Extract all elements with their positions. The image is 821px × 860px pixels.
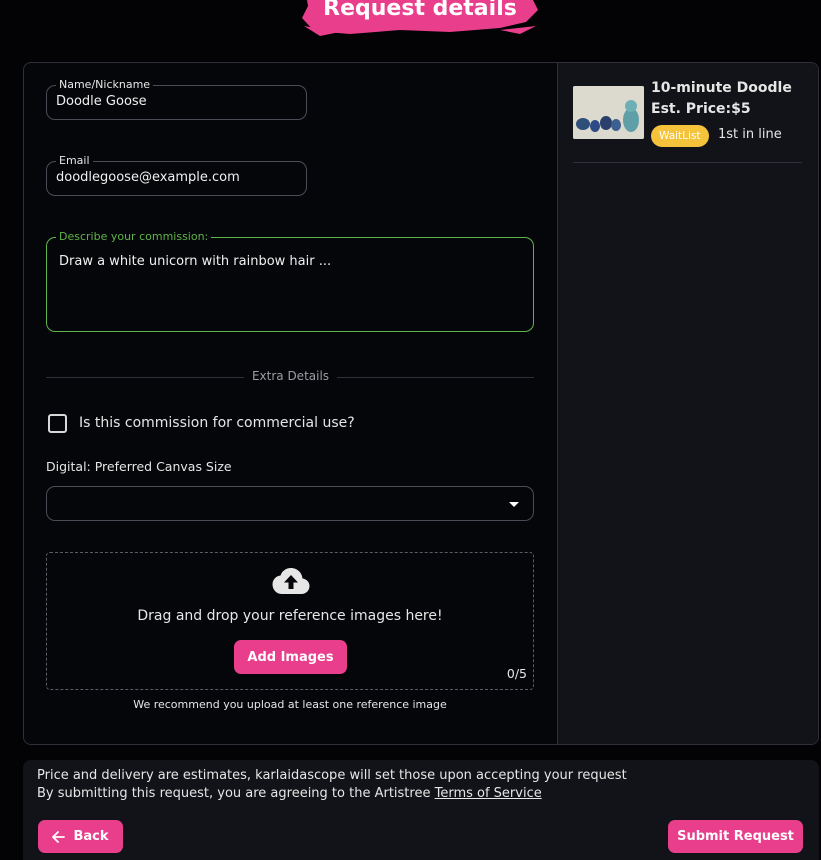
name-field-value[interactable]: Doodle Goose	[56, 94, 147, 109]
back-button-label[interactable]: Back	[73, 829, 108, 844]
upload-recommendation: We recommend you upload at least one ref…	[133, 698, 447, 711]
cloud-upload-icon	[272, 568, 310, 594]
commission-price: Est. Price:$5	[651, 101, 751, 117]
commercial-use-row[interactable]: Is this commission for commercial use?	[48, 413, 355, 433]
waitlist-badge: WaitList	[651, 125, 709, 147]
email-field[interactable]: Email doodlegoose@example.com	[46, 154, 307, 196]
order-summary-panel: 10-minute Doodle Est. Price:$5 WaitList …	[557, 63, 818, 744]
commission-thumbnail	[573, 86, 644, 139]
commercial-use-checkbox[interactable]	[48, 413, 67, 433]
reference-image-dropzone[interactable]: Drag and drop your reference images here…	[46, 552, 534, 690]
terms-agreement-text: By submitting this request, you are agre…	[37, 786, 431, 801]
caret-down-icon[interactable]	[509, 502, 519, 507]
description-value[interactable]: Draw a white unicorn with rainbow hair .…	[59, 254, 331, 269]
commission-title: 10-minute Doodle	[651, 80, 792, 96]
request-form: Name/Nickname Doodle Goose Email doodleg…	[24, 63, 557, 744]
canvas-size-label: Digital: Preferred Canvas Size	[46, 459, 232, 474]
email-field-label: Email	[56, 154, 93, 168]
extra-details-divider: Extra Details	[24, 369, 557, 383]
email-field-value[interactable]: doodlegoose@example.com	[56, 170, 240, 185]
commercial-use-label[interactable]: Is this commission for commercial use?	[79, 415, 355, 431]
name-field-label: Name/Nickname	[56, 78, 154, 92]
add-images-button[interactable]: Add Images	[234, 640, 347, 674]
image-count: 0/5	[506, 666, 527, 681]
description-label: Describe your commission:	[56, 230, 212, 244]
description-textarea[interactable]: Describe your commission: Draw a white u…	[46, 230, 534, 332]
page-header: Request details	[300, 0, 540, 38]
request-footer: Price and delivery are estimates, karlai…	[23, 760, 819, 860]
page-title: Request details	[323, 0, 517, 21]
terms-notice: By submitting this request, you are agre…	[37, 786, 542, 801]
estimate-notice: Price and delivery are estimates, karlai…	[37, 768, 627, 783]
request-card: Name/Nickname Doodle Goose Email doodleg…	[23, 62, 819, 745]
arrow-left-icon	[52, 830, 66, 843]
back-button[interactable]: Back	[38, 820, 123, 853]
name-field[interactable]: Name/Nickname Doodle Goose	[46, 78, 307, 120]
submit-request-button[interactable]: Submit Request	[668, 820, 803, 853]
dropzone-text: Drag and drop your reference images here…	[137, 608, 443, 624]
queue-position: 1st in line	[718, 127, 782, 142]
sidebar-divider	[573, 162, 802, 163]
canvas-size-select[interactable]	[46, 486, 534, 521]
extra-details-label: Extra Details	[243, 369, 338, 383]
terms-of-service-link[interactable]: Terms of Service	[435, 786, 542, 801]
